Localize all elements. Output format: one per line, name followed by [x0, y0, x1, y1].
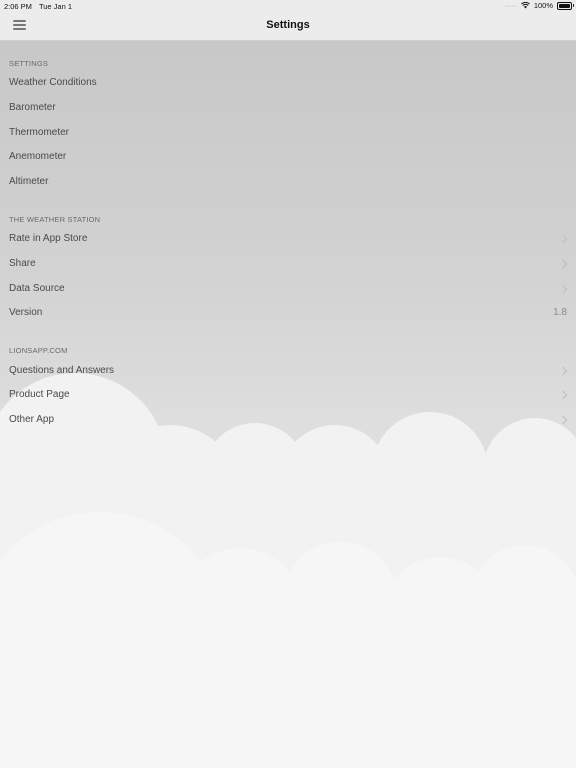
chevron-right-icon	[558, 284, 568, 294]
list-item-product-page[interactable]: Product Page	[0, 383, 576, 407]
page-title: Settings	[266, 19, 310, 31]
section-header-weather-station: THE WEATHER STATION	[9, 215, 101, 224]
chevron-right-icon	[558, 390, 568, 400]
list-item-questions-answers[interactable]: Questions and Answers	[0, 359, 576, 383]
version-value: 1.8	[553, 307, 567, 318]
list-item-other-app[interactable]: Other App	[0, 408, 576, 432]
list-item-label: Version	[9, 307, 43, 318]
list-item-label: Weather Conditions	[9, 77, 97, 88]
list-item-thermometer[interactable]: Thermometer	[0, 121, 576, 145]
list-item-barometer[interactable]: Barometer	[0, 96, 576, 120]
list-item-label: Anemometer	[9, 151, 67, 162]
list-item-label: Share	[9, 258, 36, 269]
list-item-label: Questions and Answers	[9, 365, 115, 376]
list-item-label: Thermometer	[9, 127, 70, 138]
status-date: Tue Jan 1	[38, 2, 73, 11]
list-item-share[interactable]: Share	[0, 252, 576, 276]
chevron-right-icon	[558, 234, 568, 244]
section-header-lionsapp: LIONSAPP.COM	[9, 346, 68, 355]
battery-icon	[557, 1, 574, 10]
list-item-label: Barometer	[9, 102, 56, 113]
list-item-version: Version 1.8	[0, 301, 576, 325]
list-item-label: Altimeter	[9, 176, 49, 187]
list-item-weather-conditions[interactable]: Weather Conditions	[0, 71, 576, 95]
list-item-label: Other App	[9, 414, 55, 425]
battery-percent: 100%	[533, 1, 553, 10]
list-item-rate-app-store[interactable]: Rate in App Store	[0, 227, 576, 251]
wifi-icon	[520, 2, 530, 9]
status-bar: 2:06 PM Tue Jan 1 ···· 100%	[0, 0, 576, 12]
list-item-anemometer[interactable]: Anemometer	[0, 145, 576, 169]
list-item-label: Product Page	[9, 389, 70, 400]
list-item-data-source[interactable]: Data Source	[0, 277, 576, 301]
list-item-altimeter[interactable]: Altimeter	[0, 170, 576, 194]
list-item-label: Data Source	[9, 283, 65, 294]
section-header-settings: SETTINGS	[9, 59, 49, 68]
status-time: 2:06 PM	[4, 2, 32, 11]
list-item-label: Rate in App Store	[9, 233, 88, 244]
signal-icon: ····	[504, 1, 517, 10]
chevron-right-icon	[558, 366, 568, 376]
chevron-right-icon	[558, 415, 568, 425]
chevron-right-icon	[558, 259, 568, 269]
